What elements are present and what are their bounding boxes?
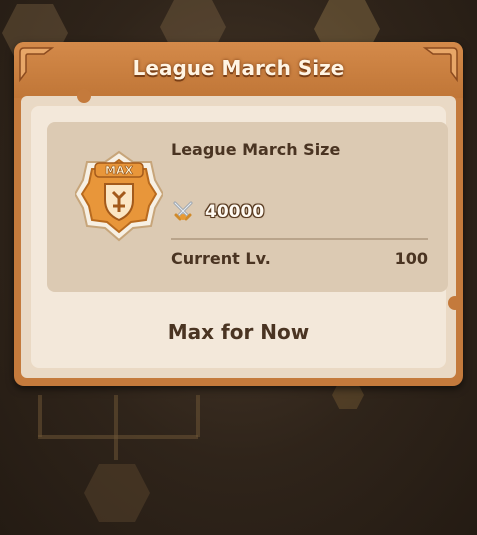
background-node-icon (82, 460, 152, 526)
background-path (38, 395, 42, 437)
march-size-badge-icon: MAX (73, 150, 165, 246)
dialog-title: League March Size (132, 56, 345, 80)
skill-info-card: MAX League March Size 40000 Current Lv. … (47, 122, 448, 292)
dialog-content-panel: MAX League March Size 40000 Current Lv. … (29, 104, 448, 370)
background-path (114, 395, 118, 460)
divider (171, 238, 428, 240)
march-size-value: 40000 (205, 202, 265, 222)
dialog-body: MAX League March Size 40000 Current Lv. … (21, 96, 456, 378)
crossed-swords-icon (172, 200, 194, 222)
current-level-value: 100 (394, 249, 428, 268)
frame-stud (77, 89, 91, 103)
frame-stud (448, 296, 462, 310)
background-path (38, 435, 198, 439)
skill-name: League March Size (171, 140, 341, 159)
max-status-text: Max for Now (167, 320, 310, 344)
current-level-label: Current Lv. (171, 249, 271, 268)
badge-max-label: MAX (105, 164, 133, 177)
background-path (196, 395, 200, 437)
league-march-size-dialog: League March Size MAX League March Size (14, 42, 463, 386)
